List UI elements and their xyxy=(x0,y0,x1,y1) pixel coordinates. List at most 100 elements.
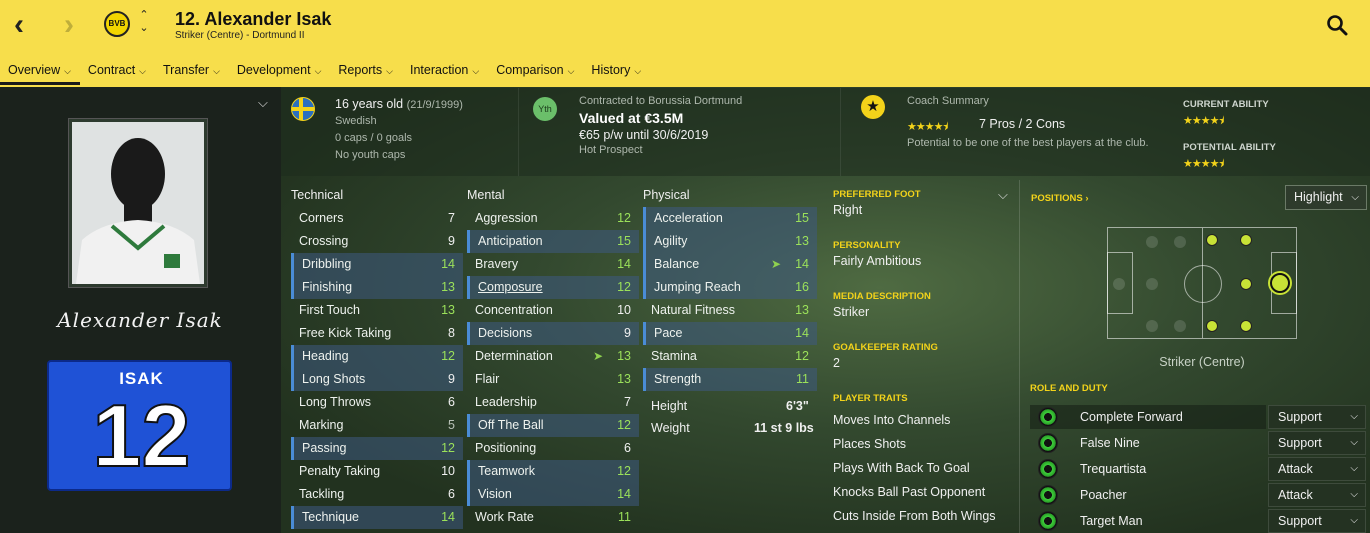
attr-row-leadership[interactable]: Leadership 7 xyxy=(467,391,639,414)
gk-rating-caption: GOALKEEPER RATING xyxy=(833,342,938,353)
position-dot-natural[interactable] xyxy=(1206,320,1218,332)
attr-row-vision[interactable]: Vision 14 xyxy=(467,483,639,506)
attr-name: First Touch xyxy=(299,303,360,317)
attr-row-crossing[interactable]: Crossing 9 xyxy=(291,230,463,253)
attr-name: Composure xyxy=(478,280,543,294)
back-arrow-icon[interactable]: ‹ xyxy=(14,10,48,40)
position-dot[interactable] xyxy=(1146,278,1158,290)
attr-row-pace[interactable]: Pace 14 xyxy=(643,322,817,345)
player-photo xyxy=(69,119,207,287)
attr-row-corners[interactable]: Corners 7 xyxy=(291,207,463,230)
divider xyxy=(1019,180,1020,533)
role-trequartista[interactable]: Trequartista xyxy=(1030,457,1266,481)
attr-row-finishing[interactable]: Finishing 13 xyxy=(291,276,463,299)
media-caption: MEDIA DESCRIPTION xyxy=(833,291,931,302)
collapse-chevron-icon[interactable]: ⌵ xyxy=(258,95,272,110)
attr-row-bravery[interactable]: Bravery 14 xyxy=(467,253,639,276)
duty-select[interactable]: Support ⌵ xyxy=(1268,431,1366,455)
position-dot-selected[interactable] xyxy=(1270,273,1290,293)
attr-row-balance[interactable]: Balance ➤ 14 xyxy=(643,253,817,276)
attr-row-aggression[interactable]: Aggression 12 xyxy=(467,207,639,230)
position-dot[interactable] xyxy=(1174,236,1186,248)
coach-summary-caption: Coach Summary xyxy=(907,95,989,107)
menu-interaction[interactable]: Interaction ⌵ xyxy=(402,58,488,85)
menu-contract[interactable]: Contract ⌵ xyxy=(80,58,155,85)
technical-heading: Technical xyxy=(291,188,344,202)
attr-name: Dribbling xyxy=(302,257,352,271)
attr-row-positioning[interactable]: Positioning 6 xyxy=(467,437,639,460)
chevron-down-icon: ⌵ xyxy=(1350,437,1358,448)
attr-value: 12 xyxy=(441,349,455,363)
attr-row-work-rate[interactable]: Work Rate 11 xyxy=(467,506,639,529)
menu-transfer[interactable]: Transfer ⌵ xyxy=(155,58,229,85)
menu-label: Transfer xyxy=(163,63,210,77)
attr-row-first-touch[interactable]: First Touch 13 xyxy=(291,299,463,322)
attr-row-penalty-taking[interactable]: Penalty Taking 10 xyxy=(291,460,463,483)
duty-select[interactable]: Attack ⌵ xyxy=(1268,483,1366,507)
menu-reports[interactable]: Reports ⌵ xyxy=(330,58,402,85)
attr-row-composure[interactable]: Composure 12 xyxy=(467,276,639,299)
attr-row-agility[interactable]: Agility 13 xyxy=(643,230,817,253)
attr-row-natural-fitness[interactable]: Natural Fitness 13 xyxy=(643,299,817,322)
attr-value: 13 xyxy=(441,303,455,317)
position-dot-natural[interactable] xyxy=(1240,234,1252,246)
attr-row-concentration[interactable]: Concentration 10 xyxy=(467,299,639,322)
club-badge-icon[interactable]: BVB xyxy=(104,11,130,37)
role-rating-icon xyxy=(1038,511,1058,531)
duty-select[interactable]: Support ⌵ xyxy=(1268,405,1366,429)
duty-select[interactable]: Attack ⌵ xyxy=(1268,457,1366,481)
attr-row-determination[interactable]: Determination ➤ 13 xyxy=(467,345,639,368)
attr-name: Passing xyxy=(302,441,347,455)
attr-row-technique[interactable]: Technique 14 xyxy=(291,506,463,529)
attr-name: Work Rate xyxy=(475,510,534,524)
menu-comparison[interactable]: Comparison ⌵ xyxy=(488,58,583,85)
search-icon[interactable] xyxy=(1326,14,1348,36)
position-dot[interactable] xyxy=(1146,320,1158,332)
role-false-nine[interactable]: False Nine xyxy=(1030,431,1266,455)
menu-history[interactable]: History ⌵ xyxy=(583,58,650,85)
attr-row-passing[interactable]: Passing 12 xyxy=(291,437,463,460)
position-dot-natural[interactable] xyxy=(1240,320,1252,332)
attr-row-decisions[interactable]: Decisions 9 xyxy=(467,322,639,345)
attr-row-acceleration[interactable]: Acceleration 15 xyxy=(643,207,817,230)
attr-row-flair[interactable]: Flair 13 xyxy=(467,368,639,391)
role-name: Complete Forward xyxy=(1080,410,1183,424)
attr-row-teamwork[interactable]: Teamwork 12 xyxy=(467,460,639,483)
position-dot[interactable] xyxy=(1146,236,1158,248)
nationality: Swedish xyxy=(335,115,377,127)
attr-row-long-shots[interactable]: Long Shots 9 xyxy=(291,368,463,391)
position-dot-natural[interactable] xyxy=(1206,234,1218,246)
potential-ability-stars: ★★★★⯨ xyxy=(1183,158,1224,170)
attr-row-jumping-reach[interactable]: Jumping Reach 16 xyxy=(643,276,817,299)
attr-row-marking[interactable]: Marking 5 xyxy=(291,414,463,437)
menu-overview[interactable]: Overview ⌵ xyxy=(0,58,80,85)
attr-row-heading[interactable]: Heading 12 xyxy=(291,345,463,368)
highlight-select[interactable]: Highlight ⌵ xyxy=(1285,185,1367,210)
position-dot[interactable] xyxy=(1174,320,1186,332)
chevron-down-icon: ⌵ xyxy=(1350,515,1358,526)
attr-row-strength[interactable]: Strength 11 xyxy=(643,368,817,391)
positions-link[interactable]: POSITIONS › xyxy=(1031,193,1089,204)
role-complete-forward[interactable]: Complete Forward xyxy=(1030,405,1266,429)
attr-row-tackling[interactable]: Tackling 6 xyxy=(291,483,463,506)
attr-row-long-throws[interactable]: Long Throws 6 xyxy=(291,391,463,414)
attr-row-free-kick-taking[interactable]: Free Kick Taking 8 xyxy=(291,322,463,345)
forward-arrow-icon[interactable]: › xyxy=(64,10,98,40)
role-poacher[interactable]: Poacher xyxy=(1030,483,1266,507)
attr-value: 9 xyxy=(624,326,631,340)
attr-name: Long Throws xyxy=(299,395,372,409)
attr-row-stamina[interactable]: Stamina 12 xyxy=(643,345,817,368)
position-dot-natural[interactable] xyxy=(1240,278,1252,290)
attr-value: 9 xyxy=(448,234,455,248)
chevron-up-down-icon[interactable]: ⌃ ⌄ xyxy=(137,9,151,37)
attr-row-off-the-ball[interactable]: Off The Ball 12 xyxy=(467,414,639,437)
role-target-man[interactable]: Target Man xyxy=(1030,509,1266,533)
attr-row-dribbling[interactable]: Dribbling 14 xyxy=(291,253,463,276)
duty-value: Support xyxy=(1278,436,1322,450)
menu-development[interactable]: Development ⌵ xyxy=(229,58,330,85)
attr-row-anticipation[interactable]: Anticipation 15 xyxy=(467,230,639,253)
chevron-down-icon[interactable]: ⌵ xyxy=(998,187,1008,203)
duty-select[interactable]: Support ⌵ xyxy=(1268,509,1366,533)
position-dot[interactable] xyxy=(1113,278,1125,290)
attr-value: 13 xyxy=(617,372,631,386)
